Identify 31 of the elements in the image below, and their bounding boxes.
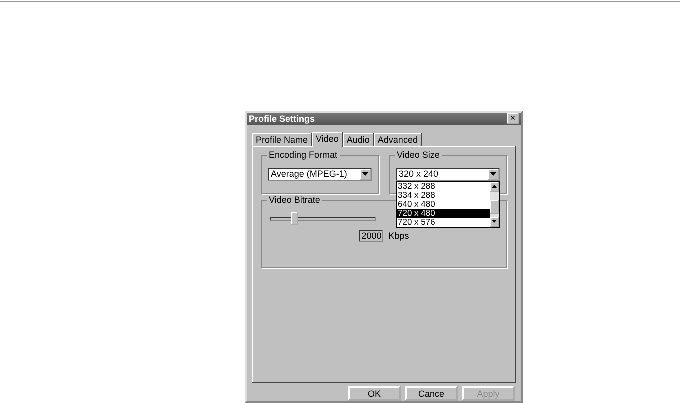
dropdown-option[interactable]: 720 x 576 — [397, 218, 490, 227]
scroll-up-button[interactable] — [490, 182, 499, 192]
group-label: Video Bitrate — [267, 194, 322, 205]
dropdown-option[interactable]: 332 x 288 — [397, 182, 490, 191]
bitrate-slider[interactable] — [270, 212, 376, 225]
bitrate-field[interactable]: 2000 — [358, 230, 383, 242]
dropdown-arrow-button[interactable] — [488, 168, 499, 180]
tab[interactable]: Advanced — [374, 132, 422, 146]
dropdown-option[interactable]: 640 x 480 — [397, 200, 490, 209]
group-label: Encoding Format — [267, 150, 340, 160]
slider-thumb[interactable] — [290, 212, 298, 225]
group-label: Video Size — [395, 150, 442, 160]
scroll-down-button[interactable] — [490, 216, 499, 227]
tab[interactable]: Video — [312, 132, 343, 147]
dialog-button[interactable]: OK — [348, 386, 401, 401]
dropdown-option[interactable]: 720 x 480 — [397, 208, 490, 218]
caret-icon — [362, 172, 369, 176]
down-arrow-icon — [492, 220, 497, 224]
encoding-format-dropdown[interactable]: Average (MPEG-1) — [268, 168, 372, 181]
unit-label: Kbps — [388, 230, 410, 241]
scrollbar[interactable] — [490, 182, 499, 227]
window-title: Profile Settings — [249, 114, 316, 124]
scrollbar-thumb[interactable] — [490, 200, 499, 214]
dropdown-option[interactable]: 334 x 288 — [397, 190, 490, 200]
up-arrow-icon — [492, 185, 497, 188]
dialog-button[interactable]: Cance — [405, 386, 458, 401]
tab[interactable]: Audio — [342, 132, 374, 146]
video-size-dropdown[interactable]: 320 x 240 — [396, 168, 500, 181]
caret-icon — [490, 172, 497, 176]
dropdown-arrow-button[interactable] — [360, 168, 371, 180]
close-button[interactable]: × — [507, 113, 519, 124]
